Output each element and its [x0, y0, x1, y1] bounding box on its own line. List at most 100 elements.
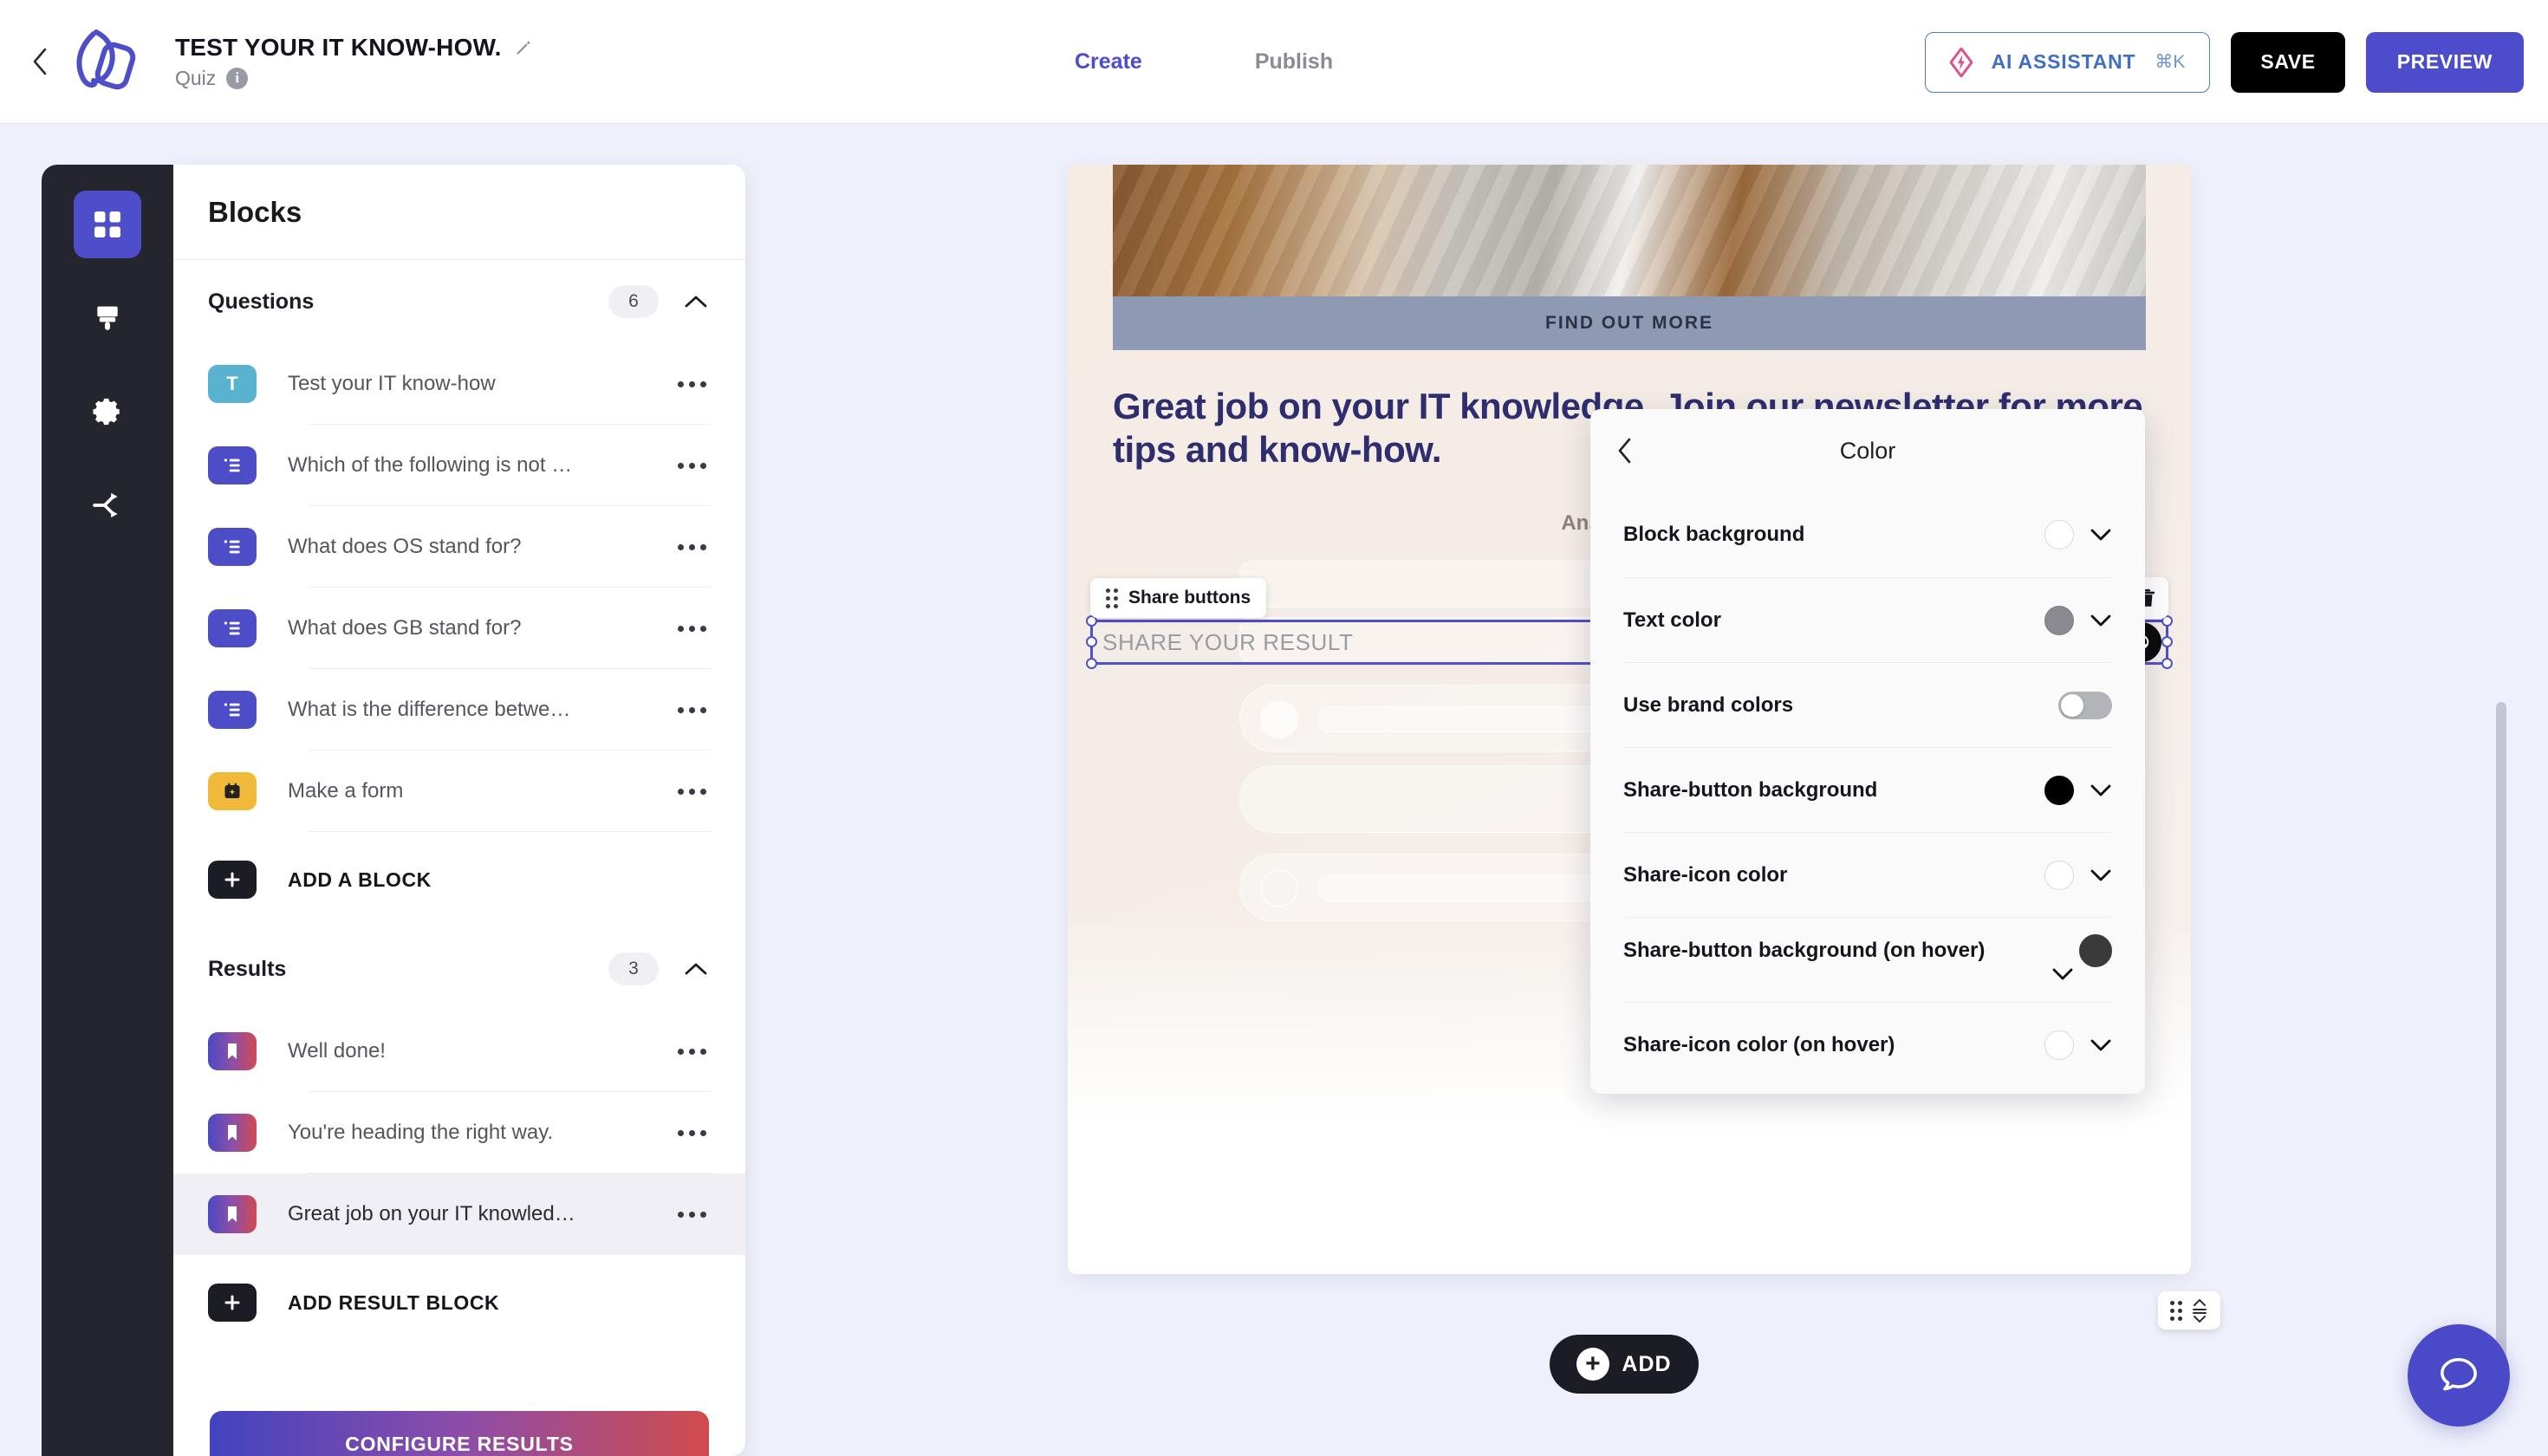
color-row-label: Block background — [1623, 523, 1805, 546]
list-item[interactable]: Which of the following is not … — [173, 425, 745, 506]
block-menu-button[interactable] — [673, 543, 711, 550]
chat-support-button[interactable] — [2408, 1324, 2510, 1427]
share-placeholder-text[interactable]: SHARE YOUR RESULT — [1102, 629, 1354, 656]
color-row-label: Share-button background (on hover) — [1623, 938, 1986, 962]
expand-share-icon-color-hover-button[interactable] — [2090, 1034, 2112, 1056]
pencil-icon[interactable] — [514, 38, 533, 57]
list-item[interactable]: Make a form — [173, 751, 745, 832]
color-swatch-share-button-background[interactable] — [2044, 775, 2074, 805]
block-type-icon-choice — [208, 528, 257, 566]
chevron-up-icon — [685, 296, 707, 308]
title-row: TEST YOUR IT KNOW-HOW. — [175, 34, 533, 62]
list-item[interactable]: T Test your IT know-how — [173, 343, 745, 425]
blocks-panel: Blocks Questions 6 T Test your IT know-h… — [173, 165, 745, 1456]
color-swatch-share-icon-color-hover[interactable] — [2044, 1030, 2074, 1060]
back-button[interactable] — [21, 42, 59, 81]
color-row-control — [2079, 933, 2112, 967]
expand-text-color-button[interactable] — [2090, 609, 2112, 632]
brand-logo-icon[interactable] — [64, 24, 144, 99]
main-tabs: Create Publish — [1075, 0, 1333, 124]
preview-button[interactable]: PREVIEW — [2365, 31, 2524, 93]
chat-bubble-icon — [2441, 1358, 2477, 1391]
color-swatch-text-color[interactable] — [2044, 605, 2074, 635]
color-row-label: Use brand colors — [1623, 692, 1794, 717]
expand-block-background-button[interactable] — [2090, 523, 2112, 546]
block-menu-button[interactable] — [673, 462, 711, 469]
add-a-block-button[interactable]: ADD A BLOCK — [173, 832, 745, 927]
block-type-icon-choice — [208, 446, 257, 484]
chevron-down-icon — [2052, 968, 2073, 980]
color-swatch-share-button-background-hover[interactable] — [2079, 933, 2112, 967]
color-row-share-button-background-hover: Share-button background (on hover) — [1623, 917, 2112, 1002]
chevron-down-icon — [2090, 869, 2111, 881]
list-icon — [224, 703, 240, 717]
color-swatch-block-background[interactable] — [2044, 520, 2074, 549]
list-item[interactable]: Well done! — [173, 1011, 745, 1092]
expand-share-icon-color-button[interactable] — [2090, 864, 2112, 887]
block-label: What does OS stand for? — [288, 535, 522, 558]
block-menu-button[interactable] — [673, 380, 711, 387]
tab-publish[interactable]: Publish — [1255, 49, 1333, 75]
blocks-panel-header: Blocks — [173, 165, 745, 260]
color-swatch-share-icon-color[interactable] — [2044, 860, 2074, 890]
group-header-results[interactable]: Results 3 — [173, 927, 745, 1011]
block-label: What is the difference betwe… — [288, 698, 571, 721]
find-out-more-button[interactable]: FIND OUT MORE — [1113, 296, 2146, 350]
color-panel-rows: Block background Text color Use brand co… — [1590, 492, 2145, 1087]
color-row-label: Share-icon color (on hover) — [1623, 1032, 1895, 1056]
block-menu-button[interactable] — [673, 625, 711, 632]
project-type-label: Quiz — [175, 66, 217, 89]
row-divider — [308, 831, 711, 832]
sidebar-item-blocks[interactable] — [74, 191, 141, 258]
sidebar-item-settings[interactable] — [74, 378, 141, 445]
list-item[interactable]: What is the difference betwe… — [173, 669, 745, 751]
info-icon[interactable]: i — [226, 67, 249, 89]
chevron-left-icon — [33, 48, 47, 75]
selected-block-tag[interactable]: Share buttons — [1090, 578, 1267, 618]
list-item[interactable]: What does GB stand for? — [173, 588, 745, 669]
tab-create[interactable]: Create — [1075, 49, 1142, 75]
color-row-share-icon-color-hover: Share-icon color (on hover) — [1623, 1002, 2112, 1087]
save-button[interactable]: SAVE — [2231, 31, 2345, 93]
skeleton-dot — [1260, 869, 1298, 907]
block-menu-button[interactable] — [673, 1129, 711, 1136]
list-item[interactable]: You're heading the right way. — [173, 1092, 745, 1173]
sidebar-item-design[interactable] — [74, 284, 141, 352]
block-menu-button[interactable] — [673, 1211, 711, 1218]
block-type-icon-choice — [208, 609, 257, 647]
expand-share-button-background-hover-button[interactable] — [2051, 963, 2074, 985]
add-block-fab[interactable]: + ADD — [1550, 1335, 1699, 1394]
use-brand-colors-toggle[interactable] — [2058, 691, 2112, 719]
paint-brush-icon — [97, 306, 118, 330]
collapse-questions-button[interactable] — [681, 287, 711, 316]
ai-assistant-button[interactable]: AI ASSISTANT ⌘K — [1924, 31, 2211, 93]
plus-icon: + — [1576, 1348, 1610, 1381]
sidebar-item-logic[interactable] — [74, 471, 141, 539]
project-title-block: TEST YOUR IT KNOW-HOW. Quiz i — [175, 34, 533, 90]
add-result-block-label: ADD RESULT BLOCK — [288, 1290, 500, 1314]
group-header-questions[interactable]: Questions 6 — [173, 260, 745, 343]
color-row-block-background: Block background — [1623, 492, 2112, 577]
list-item[interactable]: What does OS stand for? — [173, 506, 745, 588]
ai-assistant-shortcut: ⌘K — [2155, 52, 2186, 72]
color-row-label: Share-icon color — [1623, 862, 1788, 887]
block-type-icon-result — [208, 1114, 257, 1152]
canvas-scrollbar[interactable] — [2496, 702, 2506, 1395]
drag-grip-icon[interactable] — [2169, 1300, 2182, 1321]
add-a-block-label: ADD A BLOCK — [288, 868, 432, 891]
drag-grip-icon[interactable] — [1106, 588, 1118, 608]
expand-share-button-background-button[interactable] — [2090, 779, 2112, 802]
plus-icon — [208, 861, 257, 899]
block-move-widget[interactable] — [2158, 1291, 2220, 1329]
list-item-selected[interactable]: Great job on your IT knowled… — [173, 1173, 745, 1255]
selected-block-name: Share buttons — [1128, 588, 1251, 608]
block-menu-button[interactable] — [673, 706, 711, 713]
add-result-block-button[interactable]: ADD RESULT BLOCK — [173, 1255, 745, 1350]
block-menu-button[interactable] — [673, 1048, 711, 1055]
color-row-control — [2044, 860, 2112, 890]
configure-results-button[interactable]: CONFIGURE RESULTS — [210, 1411, 709, 1456]
block-menu-button[interactable] — [673, 788, 711, 795]
collapse-results-button[interactable] — [681, 954, 711, 984]
color-panel-back-button[interactable] — [1604, 430, 1646, 471]
list-icon — [224, 621, 240, 635]
